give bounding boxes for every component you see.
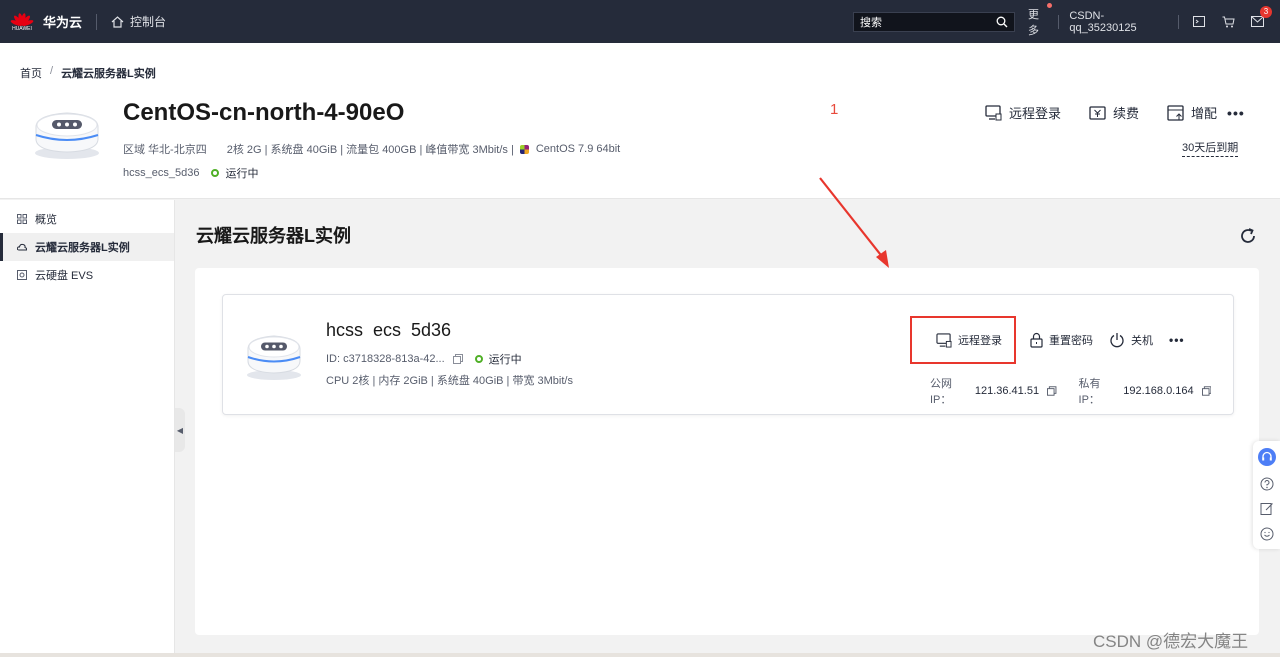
headset-icon[interactable] [1257, 448, 1276, 466]
remote-login-button[interactable]: 远程登录 [985, 103, 1061, 122]
public-ip-label: 公网IP： [930, 378, 952, 406]
region-text: 区域 华北-北京四 [123, 144, 207, 156]
more-label: 更多 [1028, 8, 1039, 37]
sidebar: 概览 云耀云服务器L实例 云硬盘 EVS [0, 200, 175, 657]
instance-id-text: hcss_ecs_5d36 [123, 167, 200, 179]
floating-toolbar [1253, 441, 1280, 549]
yen-icon [1089, 105, 1106, 120]
header-actions: 远程登录 续费 增配 ••• [985, 103, 1245, 122]
expire-text[interactable]: 30天后到期 [1182, 139, 1239, 157]
sidebar-item-evs[interactable]: 云硬盘 EVS [0, 261, 174, 289]
terminal-icon[interactable] [1193, 15, 1206, 29]
sidebar-item-overview[interactable]: 概览 [0, 205, 174, 233]
refresh-icon[interactable] [1238, 226, 1258, 246]
upgrade-label: 增配 [1191, 106, 1218, 121]
breadcrumb: 首页 / 云耀云服务器L实例 [20, 65, 156, 81]
remote-login-label: 远程登录 [958, 335, 1002, 347]
console-label: 控制台 [130, 15, 167, 29]
breadcrumb-separator: / [50, 65, 54, 77]
breadcrumb-home[interactable]: 首页 [20, 65, 42, 81]
watermark: CSDN @德宏大魔王 [1093, 632, 1249, 651]
brand[interactable]: HUAWEI 华为云 [10, 9, 83, 35]
breadcrumb-current: 云耀云服务器L实例 [61, 68, 156, 80]
user-account[interactable]: CSDN-qq_35230125 [1069, 10, 1164, 34]
reset-password-button[interactable]: 重置密码 [1030, 332, 1093, 348]
private-ip-value: 192.168.0.164 [1123, 385, 1194, 397]
instance-actions: 远程登录 重置密码 关机 ••• [910, 316, 1185, 364]
more-menu[interactable]: 更多 [1028, 2, 1053, 38]
logo-text: HUAWEI [12, 25, 32, 32]
public-ip-value: 121.36.41.51 [974, 385, 1040, 397]
help-icon[interactable] [1260, 477, 1274, 491]
instance-title: CentOS-cn-north-4-90eO [123, 99, 405, 126]
sidebar-item-label: 云耀云服务器L实例 [35, 242, 130, 254]
divider [96, 13, 98, 30]
cart-icon[interactable] [1222, 15, 1235, 29]
status-text: 运行中 [225, 168, 259, 180]
more-actions-icon[interactable]: ••• [1169, 333, 1185, 347]
renew-button[interactable]: 续费 [1089, 103, 1139, 122]
cloud-icon [17, 243, 27, 251]
copy-icon[interactable] [1201, 386, 1211, 396]
centos-icon [519, 144, 529, 154]
huawei-logo: HUAWEI [10, 9, 34, 35]
shutdown-label: 关机 [1131, 335, 1153, 347]
private-ip: 私有IP： 192.168.0.164 [1079, 375, 1211, 407]
renew-label: 续费 [1113, 106, 1140, 121]
private-ip-label: 私有IP： [1078, 378, 1101, 406]
instance-spec: CPU 2核 | 内存 2GiB | 系统盘 40GiB | 带宽 3Mbit/… [326, 375, 573, 387]
disk-icon [17, 270, 27, 280]
server-illustration [247, 335, 301, 380]
page-title: 云耀云服务器L实例 [196, 226, 351, 246]
chevron-left-icon: ◀ [176, 425, 184, 435]
smile-icon[interactable] [1260, 527, 1274, 541]
more-dot [1047, 2, 1053, 8]
console-link[interactable]: 控制台 [111, 13, 166, 30]
grid-icon [17, 214, 27, 224]
running-status-icon [211, 169, 220, 177]
notification-badge: 3 [1259, 5, 1272, 18]
copy-icon[interactable] [1047, 386, 1057, 396]
copy-icon[interactable] [452, 354, 463, 364]
monitor-icon [936, 332, 952, 348]
top-navigation-bar: HUAWEI 华为云 控制台 搜索 更多 CSDN-qq_35230125 3 [0, 0, 1280, 43]
search-placeholder: 搜索 [860, 17, 882, 29]
annotation-number: 1 [830, 101, 839, 118]
sidebar-collapse-toggle[interactable]: ◀ [175, 408, 185, 452]
instance-header: 首页 / 云耀云服务器L实例 CentOS-cn-north-4-90eO 区域… [0, 43, 1280, 199]
instance-name[interactable]: hcss ecs 5d36 [326, 320, 451, 341]
brand-name: 华为云 [43, 15, 83, 30]
sidebar-item-label: 概览 [35, 214, 57, 226]
upgrade-icon [1167, 104, 1184, 121]
mail-icon[interactable]: 3 [1250, 5, 1272, 29]
instance-remote-login-button[interactable]: 远程登录 [910, 316, 1016, 364]
instance-status: 运行中 [488, 354, 522, 366]
remote-login-label: 远程登录 [1009, 106, 1062, 121]
home-icon [111, 15, 124, 28]
shutdown-button[interactable]: 关机 [1109, 332, 1153, 348]
search-input[interactable]: 搜索 [853, 12, 1015, 32]
instance-id-row: ID: c3718328-813a-42... 运行中 [326, 351, 522, 367]
monitor-icon [985, 104, 1002, 120]
sidebar-item-instances[interactable]: 云耀云服务器L实例 [0, 233, 174, 261]
os-text: CentOS 7.9 64bit [535, 143, 621, 155]
ip-info: 公网IP： 121.36.41.51 私有IP： 192.168.0.164 [930, 375, 1233, 407]
feedback-icon[interactable] [1260, 502, 1274, 516]
upgrade-button[interactable]: 增配 [1167, 103, 1217, 122]
running-status-icon [474, 355, 483, 363]
reset-password-label: 重置密码 [1049, 335, 1093, 347]
bottom-strip [0, 653, 1280, 657]
more-actions-icon[interactable]: ••• [1227, 105, 1245, 121]
power-icon [1110, 333, 1124, 348]
instance-id: ID: c3718328-813a-42... [326, 353, 445, 365]
search-icon[interactable] [996, 16, 1008, 28]
instance-card[interactable]: hcss ecs 5d36 ID: c3718328-813a-42... 运行… [222, 294, 1234, 415]
server-illustration [35, 112, 99, 159]
spec-text: 2核 2G | 系统盘 40GiB | 流量包 400GB | 峰值带宽 3Mb… [226, 144, 514, 156]
public-ip: 公网IP： 121.36.41.51 [930, 375, 1057, 407]
lock-icon [1030, 332, 1043, 348]
status-row: hcss_ecs_5d36 运行中 [123, 165, 258, 181]
sidebar-item-label: 云硬盘 EVS [35, 270, 94, 282]
instance-meta: 区域 华北-北京四 2核 2G | 系统盘 40GiB | 流量包 400GB … [123, 141, 620, 157]
